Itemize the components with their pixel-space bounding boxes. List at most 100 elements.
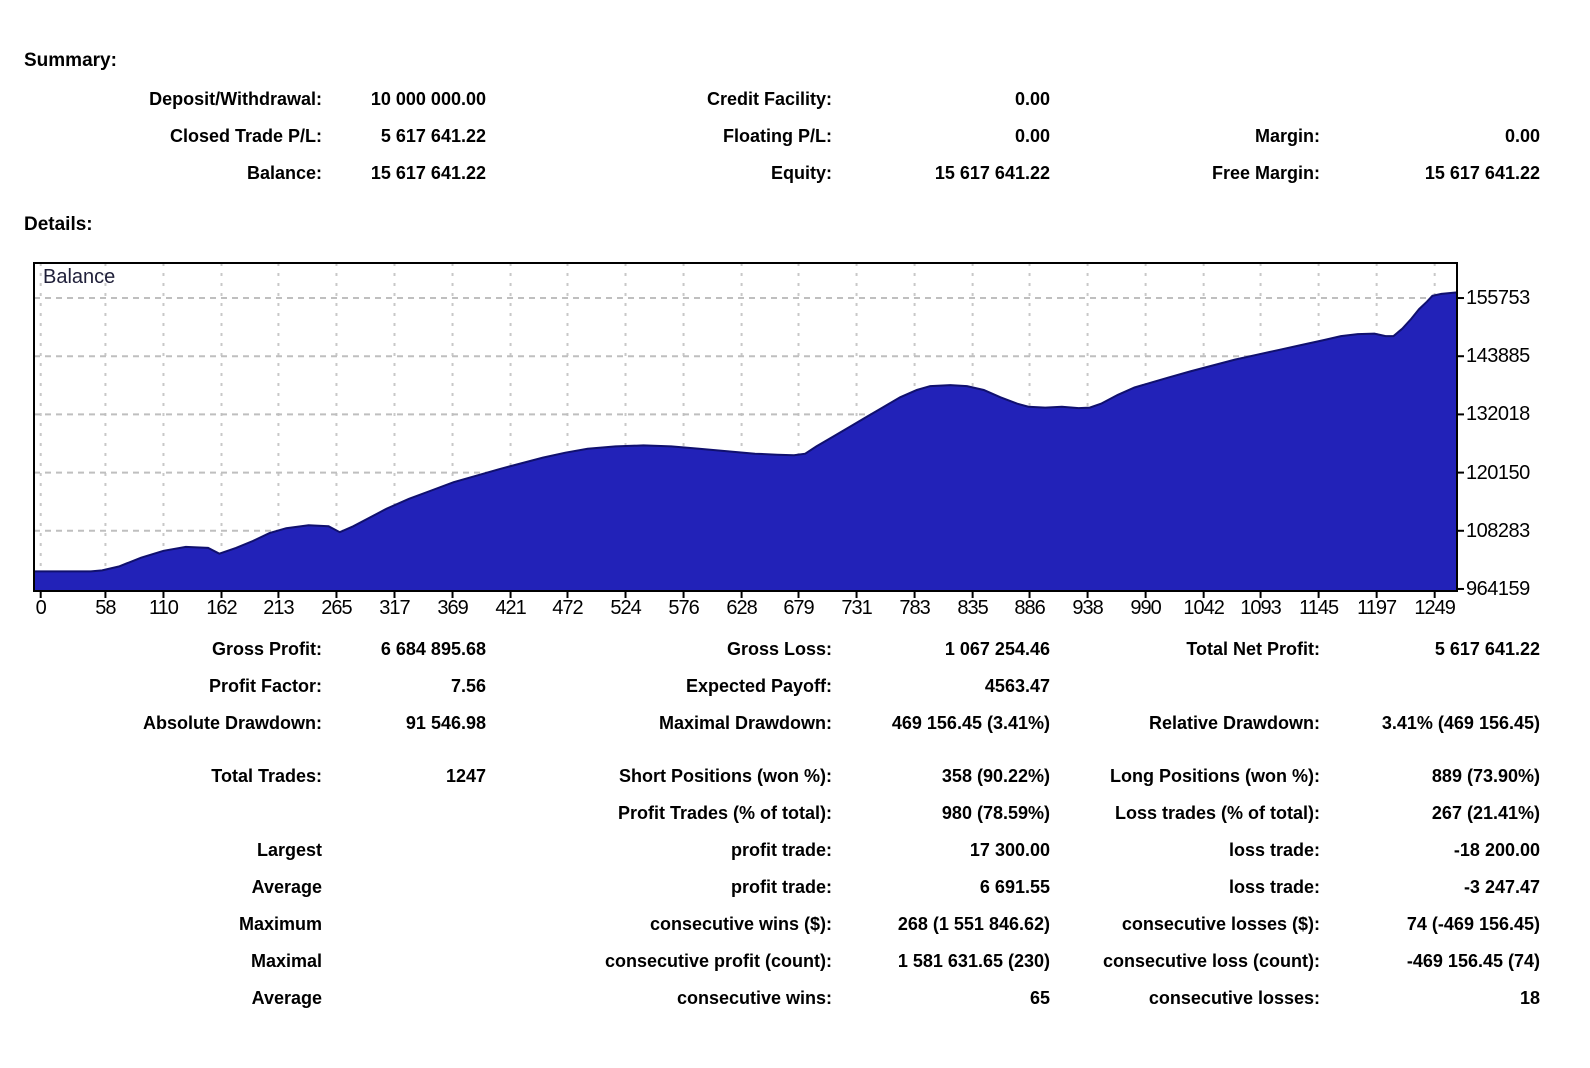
stat-label: Free Margin: [1211, 163, 1320, 183]
stat-label [22, 795, 322, 832]
x-axis-tick-label: 783 [899, 597, 930, 619]
x-axis-tick-label: 213 [263, 597, 294, 619]
y-axis-tick-label: 120150 [1466, 461, 1530, 484]
stat-label: consecutive wins: [676, 988, 832, 1008]
stat-value: 15 617 641.22 [934, 163, 1050, 183]
stat-value [1320, 668, 1540, 705]
x-axis: 0 58 110 162 213 265 317 369 421 472 524 576 628 679 7… [33, 597, 1493, 623]
y-axis-tick-label: 143885 [1466, 345, 1530, 368]
stat-value: 1 581 631.65 (230) [897, 951, 1050, 971]
x-axis-tick-label: 58 [95, 597, 116, 619]
stat-value: 91 546.98 [405, 713, 486, 733]
stat-value: 18 [1519, 988, 1540, 1008]
stat-value: 268 (1 551 846.62) [897, 914, 1050, 934]
balance-area [34, 292, 1457, 591]
x-axis-tick-label: 886 [1014, 597, 1045, 619]
x-axis-tick-label: 731 [841, 597, 872, 619]
x-axis-tick-label: 938 [1072, 597, 1103, 619]
x-axis-tick-label: 628 [726, 597, 757, 619]
results-table-top: Gross Profit: 6 684 895.68 Gross Loss: 1 06… [22, 631, 1540, 742]
y-axis-tick-label: 132018 [1466, 403, 1530, 426]
x-axis-tick-label: 1145 [1299, 597, 1339, 619]
stat-label: Profit Factor: [208, 676, 322, 696]
stat-value: 0.00 [1504, 126, 1540, 146]
stat-value [322, 832, 486, 869]
x-axis-tick-label: 990 [1130, 597, 1161, 619]
stat-value: 15 617 641.22 [1424, 163, 1540, 183]
stat-value [322, 943, 486, 980]
stat-value: -469 156.45 (74) [1406, 951, 1540, 971]
stat-value: 7.56 [450, 676, 486, 696]
stat-label: profit trade: [731, 877, 832, 897]
chart-series-label: Balance [43, 266, 116, 288]
y-axis: 155753 143885 132018 120150 108283 964159 [1466, 262, 1590, 600]
x-axis-tick-label: 421 [495, 597, 526, 619]
stat-label: Relative Drawdown: [1148, 713, 1320, 733]
stat-value: 5 617 641.22 [380, 126, 486, 146]
x-axis-tick-label: 1197 [1357, 597, 1397, 619]
stat-label: Floating P/L: [723, 126, 832, 146]
stat-label: Loss trades (% of total): [1114, 803, 1320, 823]
stat-label: consecutive wins ($): [649, 914, 832, 934]
stat-value: -3 247.47 [1463, 877, 1540, 897]
stat-label: Maximal [250, 951, 322, 971]
summary-table: Deposit/Withdrawal: 10 000 000.00 Credit F… [22, 81, 1540, 192]
stat-label: Total Trades: [211, 766, 322, 786]
stat-value: 15 617 641.22 [370, 163, 486, 183]
y-axis-tick-label: 964159 [1466, 577, 1530, 600]
x-axis-tick-label: 679 [783, 597, 814, 619]
stat-label: Maximal Drawdown: [658, 713, 832, 733]
x-axis-tick-label: 1042 [1183, 597, 1224, 619]
stat-label: Equity: [771, 163, 832, 183]
stat-label: Margin: [1255, 126, 1320, 146]
stat-label: Gross Profit: [211, 639, 322, 659]
stat-label: loss trade: [1228, 840, 1320, 860]
stat-value: 469 156.45 (3.41%) [891, 713, 1050, 733]
stat-label: Expected Payoff: [685, 676, 832, 696]
stat-value: 267 (21.41%) [1431, 803, 1540, 823]
x-axis-tick-label: 835 [957, 597, 988, 619]
stat-label: consecutive loss (count): [1102, 951, 1320, 971]
stat-value [322, 980, 486, 1017]
stat-label: Balance: [246, 163, 322, 183]
stat-label [1050, 81, 1320, 118]
stat-value: 6 684 895.68 [380, 639, 486, 659]
stat-value: 5 617 641.22 [1434, 639, 1540, 659]
stat-label: Total Net Profit: [1186, 639, 1320, 659]
stat-value: 0.00 [1014, 126, 1050, 146]
stat-label: Average [251, 877, 322, 897]
summary-heading: Summary: [24, 50, 117, 71]
stat-value: 1 067 254.46 [944, 639, 1050, 659]
stat-label: consecutive losses ($): [1121, 914, 1320, 934]
y-axis-tick-label: 108283 [1466, 519, 1530, 542]
y-axis-tick-label: 155753 [1466, 287, 1530, 310]
x-axis-tick-label: 576 [668, 597, 699, 619]
balance-chart: Balance [33, 262, 1465, 600]
stat-value: 980 (78.59%) [941, 803, 1050, 823]
balance-chart-plot [33, 262, 1464, 598]
details-heading: Details: [24, 214, 93, 235]
x-axis-tick-label: 1249 [1414, 597, 1455, 619]
stat-value: 74 (-469 156.45) [1406, 914, 1540, 934]
stat-value: 10 000 000.00 [370, 89, 486, 109]
stat-value [322, 869, 486, 906]
stat-label: consecutive profit (count): [604, 951, 832, 971]
strategy-tester-report: Summary: Deposit/Withdrawal: 10 000 000.0… [0, 0, 1590, 1068]
x-axis-tick-label: 162 [206, 597, 237, 619]
stat-value: 0.00 [1014, 89, 1050, 109]
x-axis-tick-label: 0 [35, 597, 47, 619]
x-axis-tick-label: 317 [379, 597, 410, 619]
stat-label: Credit Facility: [706, 89, 832, 109]
stat-label: Closed Trade P/L: [169, 126, 322, 146]
stat-value: 1247 [445, 766, 486, 786]
stat-label: Long Positions (won %): [1110, 766, 1320, 786]
x-axis-tick-label: 265 [321, 597, 352, 619]
stat-label: Maximum [238, 914, 322, 934]
stat-value: 6 691.55 [979, 877, 1050, 897]
x-axis-tick-label: 369 [437, 597, 468, 619]
stat-value [322, 906, 486, 943]
stat-value: 65 [1029, 988, 1050, 1008]
stat-label: loss trade: [1228, 877, 1320, 897]
stat-label: Profit Trades (% of total): [617, 803, 832, 823]
stat-label: Deposit/Withdrawal: [149, 89, 322, 109]
